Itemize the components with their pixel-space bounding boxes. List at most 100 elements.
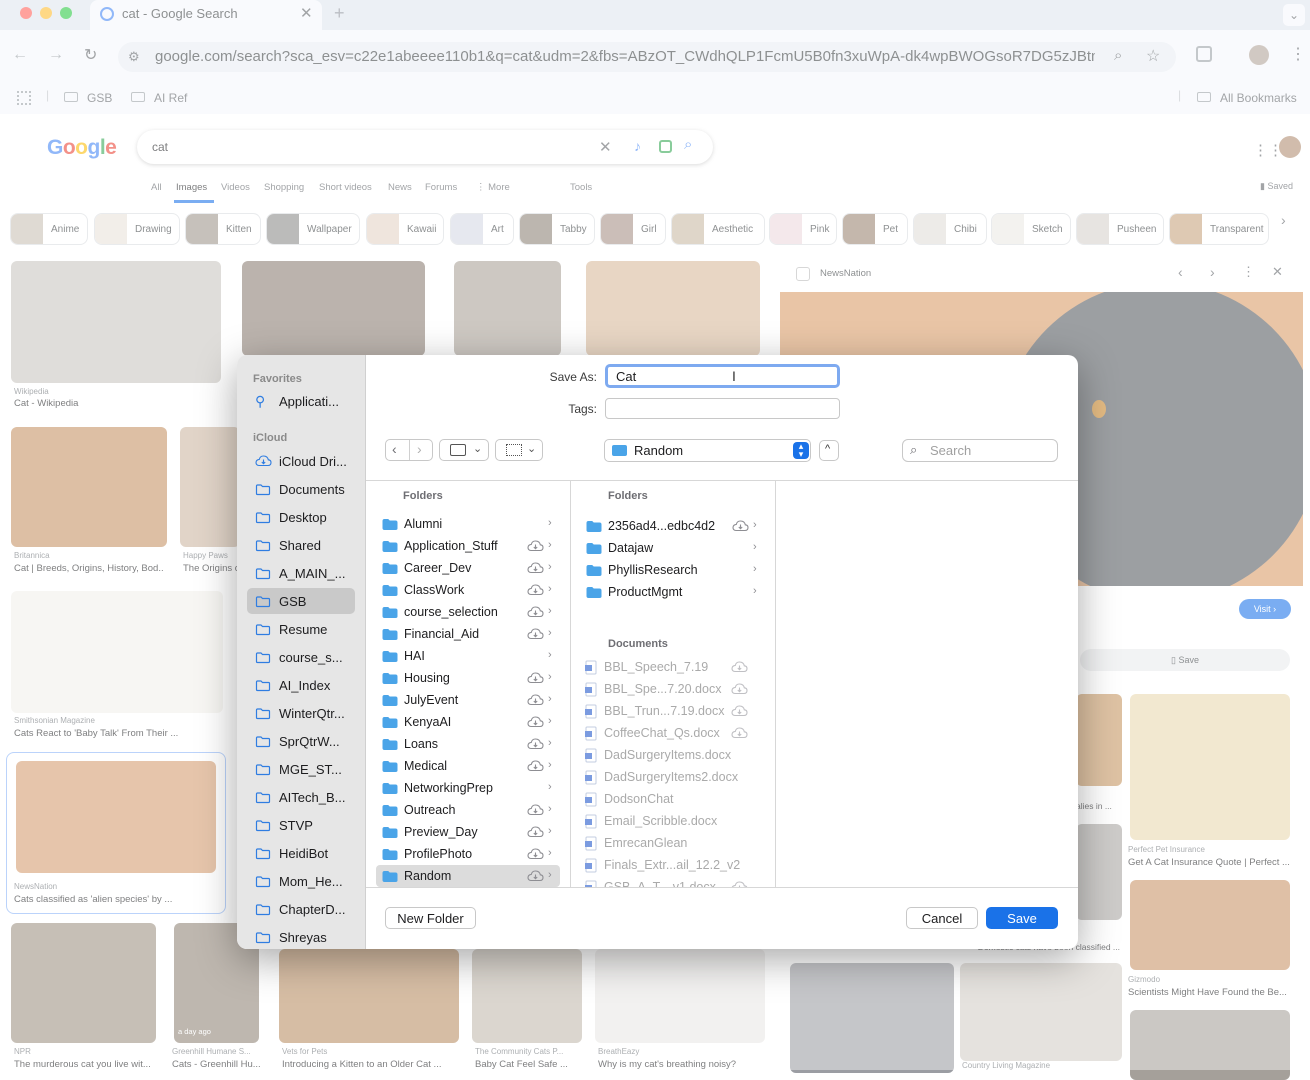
chip-wallpaper[interactable]: Wallpaper	[266, 213, 360, 245]
panel-next-icon[interactable]: ›	[1210, 264, 1215, 280]
site-info-icon[interactable]: ⚙	[128, 49, 140, 65]
bookmark-star-icon[interactable]: ☆	[1146, 46, 1160, 66]
chip-kitten[interactable]: Kitten	[185, 213, 261, 245]
chip-chibi[interactable]: Chibi	[913, 213, 987, 245]
zoom-icon[interactable]: ⌕	[1114, 47, 1122, 64]
browser-tab[interactable]: cat - Google Search ✕	[90, 0, 322, 30]
sidebar-item[interactable]: MGE_ST...	[247, 756, 355, 782]
dialog-search-field[interactable]: ⌕ Search	[902, 439, 1058, 462]
apps-grid-icon[interactable]	[17, 91, 31, 105]
new-folder-button[interactable]: New Folder	[385, 907, 476, 929]
menu-icon[interactable]: ⋮	[1290, 44, 1306, 64]
result-image[interactable]	[11, 923, 156, 1043]
sidebar-item[interactable]: Desktop	[247, 504, 355, 530]
result-caption[interactable]: Introducing a Kitten to an Older Cat ...	[282, 1059, 457, 1070]
result-image[interactable]	[11, 261, 221, 383]
dialog-forward-icon[interactable]: ›	[417, 441, 422, 457]
tab-tools[interactable]: Tools	[570, 182, 592, 193]
omnibox[interactable]: ⚙ google.com/search?sca_esv=c22e1abeeee1…	[118, 42, 1176, 72]
bookmark-ai-ref[interactable]: AI Ref	[154, 91, 187, 105]
panel-close-icon[interactable]: ✕	[1272, 264, 1283, 280]
sidebar-item[interactable]: ChapterD...	[247, 896, 355, 922]
microphone-icon[interactable]: ♪	[634, 138, 641, 154]
sidebar-item[interactable]: course_s...	[247, 644, 355, 670]
sidebar-item[interactable]: A_MAIN_...	[247, 560, 355, 586]
result-caption[interactable]: Cats - Greenhill Hu...	[172, 1059, 262, 1070]
chip-girl[interactable]: Girl	[600, 213, 666, 245]
result-image[interactable]	[16, 761, 216, 873]
search-icon[interactable]: ⌕	[684, 136, 692, 153]
panel-prev-icon[interactable]: ‹	[1178, 264, 1183, 280]
result-caption[interactable]: Baby Cat Feel Safe ...	[475, 1059, 580, 1070]
tab-shopping[interactable]: Shopping	[264, 182, 304, 193]
result-image[interactable]	[1130, 694, 1290, 840]
tab-news[interactable]: News	[388, 182, 412, 193]
reload-icon[interactable]: ↻	[84, 45, 97, 65]
result-caption[interactable]: alies in ...	[1076, 801, 1122, 811]
google-search-box[interactable]: cat ✕ ♪ ⌕	[137, 130, 713, 164]
chip-drawing[interactable]: Drawing	[94, 213, 180, 245]
chip-anime[interactable]: Anime	[10, 213, 88, 245]
tab-search-icon[interactable]: ⌄	[1283, 4, 1305, 26]
sidebar-item[interactable]: Documents	[247, 476, 355, 502]
folder-row[interactable]: HAI	[376, 645, 560, 667]
close-tab-icon[interactable]: ✕	[300, 4, 313, 22]
result-image[interactable]	[1076, 694, 1122, 786]
all-bookmarks[interactable]: All Bookmarks	[1220, 91, 1297, 105]
chips-next-icon[interactable]: ›	[1281, 212, 1286, 228]
clear-search-icon[interactable]: ✕	[599, 138, 612, 156]
google-account-avatar[interactable]	[1279, 136, 1301, 158]
result-image[interactable]	[595, 949, 765, 1043]
save-as-field[interactable]: Cat I	[605, 364, 840, 388]
tab-images[interactable]: Images	[176, 182, 207, 193]
visit-button[interactable]: Visit ›	[1239, 599, 1291, 619]
result-image[interactable]	[1076, 824, 1122, 920]
chip-aesthetic[interactable]: Aesthetic	[671, 213, 765, 245]
chip-tabby[interactable]: Tabby	[519, 213, 595, 245]
tab-all[interactable]: All	[151, 182, 162, 193]
forward-icon[interactable]: →	[48, 46, 64, 64]
sidebar-item[interactable]: HeidiBot	[247, 840, 355, 866]
sidebar-item-applications[interactable]: ⚲ Applicati...	[247, 388, 355, 414]
result-image[interactable]	[11, 427, 167, 547]
chip-kawaii[interactable]: Kawaii	[366, 213, 444, 245]
folder-row[interactable]: PhyllisResearch	[586, 559, 766, 581]
chip-art[interactable]: Art	[450, 213, 514, 245]
result-image[interactable]	[586, 261, 760, 356]
cancel-button[interactable]: Cancel	[906, 907, 978, 929]
bookmark-gsb[interactable]: GSB	[87, 91, 112, 105]
result-caption[interactable]: Cats React to 'Baby Talk' From Their ...	[14, 728, 214, 739]
result-image[interactable]	[454, 261, 561, 356]
dialog-back-icon[interactable]: ‹	[392, 441, 397, 457]
folder-row[interactable]: NetworkingPrep	[376, 777, 560, 799]
sidebar-item[interactable]: AI_Index	[247, 672, 355, 698]
sidebar-item[interactable]: Shared	[247, 532, 355, 558]
new-tab-icon[interactable]: +	[334, 3, 345, 24]
result-image[interactable]	[472, 949, 582, 1043]
folder-row[interactable]: ProductMgmt	[586, 581, 766, 603]
result-caption[interactable]: Cats classified as 'alien species' by ..…	[14, 894, 214, 905]
profile-avatar-icon[interactable]	[1249, 45, 1269, 65]
zoom-window-button[interactable]	[60, 7, 72, 19]
minimize-window-button[interactable]	[40, 7, 52, 19]
group-by-button[interactable]: ⌄	[495, 439, 543, 461]
result-caption[interactable]: Cat | Breeds, Origins, History, Bod...	[14, 563, 164, 574]
close-window-button[interactable]	[20, 7, 32, 19]
chip-transparent[interactable]: Transparent	[1169, 213, 1269, 245]
sidebar-item[interactable]: AITech_B...	[247, 784, 355, 810]
sidebar-item[interactable]: Resume	[247, 616, 355, 642]
back-icon[interactable]: ←	[12, 46, 28, 64]
sidebar-item[interactable]: Shreyas	[247, 924, 355, 949]
result-image[interactable]	[180, 427, 240, 547]
tab-more[interactable]: ⋮ More	[476, 182, 510, 193]
result-image[interactable]	[960, 963, 1122, 1061]
result-caption[interactable]: The murderous cat you live wit...	[14, 1059, 159, 1070]
chip-pusheen[interactable]: Pusheen	[1076, 213, 1164, 245]
sidebar-item[interactable]: GSB	[247, 588, 355, 614]
sidebar-item[interactable]: STVP	[247, 812, 355, 838]
result-caption[interactable]: Why is my cat's breathing noisy?	[598, 1059, 763, 1070]
save-button[interactable]: Save	[986, 907, 1058, 929]
tags-field[interactable]	[605, 398, 840, 419]
result-caption[interactable]: The Origins c	[183, 563, 237, 574]
panel-source[interactable]: NewsNation	[820, 268, 871, 279]
